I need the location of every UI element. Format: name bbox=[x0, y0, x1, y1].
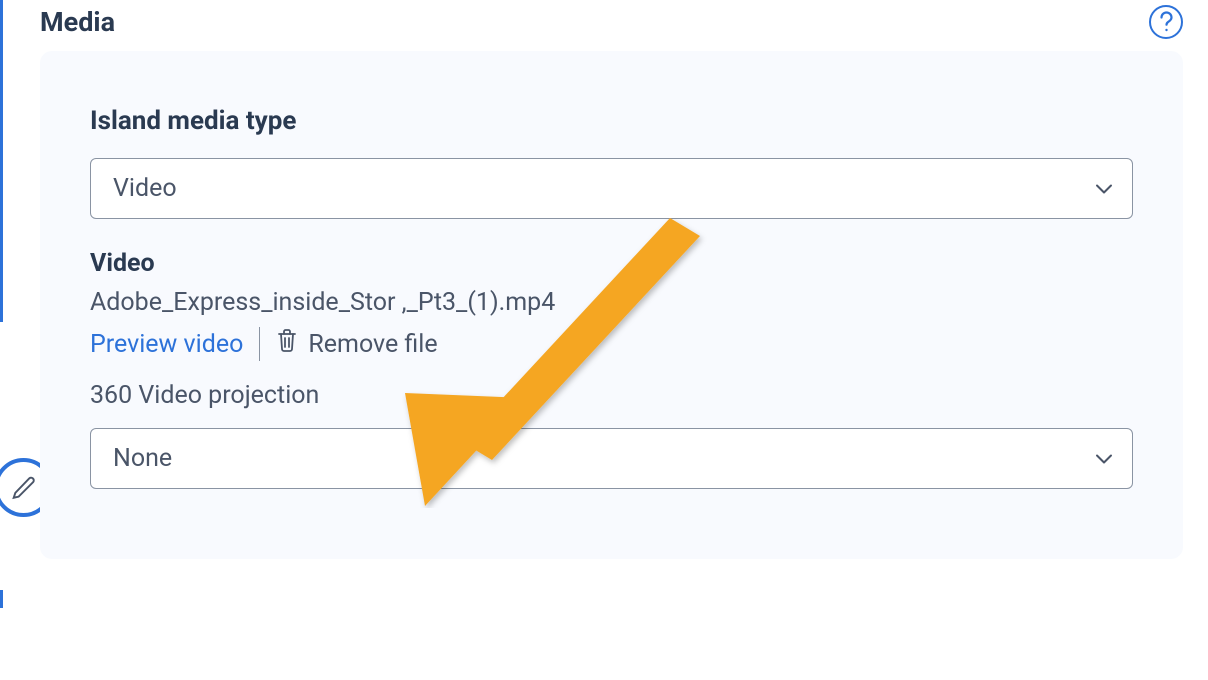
video-group: Video Adobe_Express_inside_Stor ,_Pt3_(1… bbox=[90, 249, 1133, 489]
section-header: Media bbox=[40, 0, 1183, 51]
remove-file-label: Remove file bbox=[308, 330, 437, 359]
remove-file-button[interactable]: Remove file bbox=[276, 328, 437, 360]
action-divider bbox=[259, 327, 260, 361]
question-icon bbox=[1159, 11, 1174, 33]
video-label: Video bbox=[90, 249, 1133, 278]
video-actions: Preview video Remove file bbox=[90, 327, 1133, 361]
media-type-value: Video bbox=[113, 174, 177, 203]
projection-select[interactable]: None bbox=[90, 428, 1133, 489]
preview-video-link[interactable]: Preview video bbox=[90, 330, 243, 359]
section-title: Media bbox=[40, 6, 115, 38]
help-button[interactable] bbox=[1149, 5, 1183, 39]
projection-value: None bbox=[113, 444, 172, 473]
media-type-label: Island media type bbox=[90, 106, 1133, 136]
media-card: Island media type Video Video Adobe_Expr… bbox=[40, 51, 1183, 559]
active-line-bottom bbox=[0, 590, 3, 608]
media-type-group: Island media type Video bbox=[90, 106, 1133, 219]
media-type-select[interactable]: Video bbox=[90, 158, 1133, 219]
projection-label: 360 Video projection bbox=[90, 381, 1133, 410]
video-filename: Adobe_Express_inside_Stor ,_Pt3_(1).mp4 bbox=[90, 288, 1133, 317]
trash-icon bbox=[276, 328, 298, 360]
